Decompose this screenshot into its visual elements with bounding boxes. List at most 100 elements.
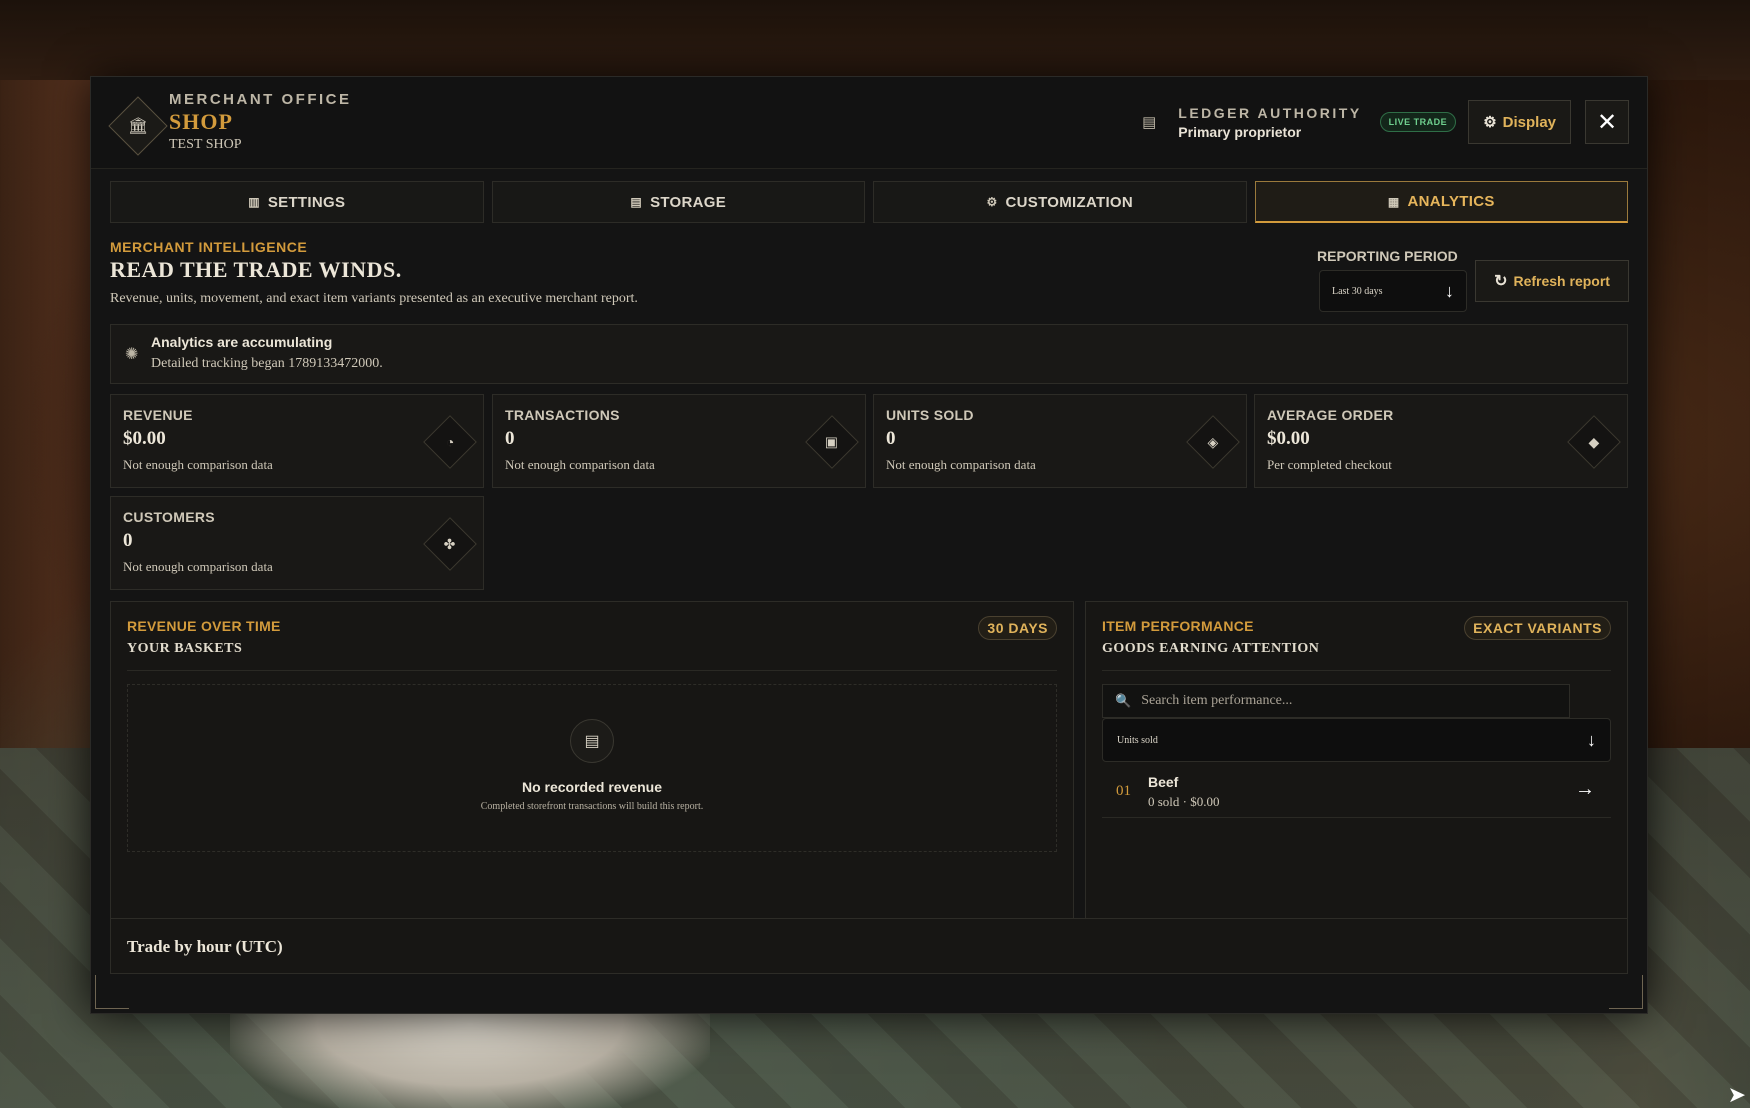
- receipt-icon: ▣: [805, 415, 859, 469]
- item-name: Beef: [1148, 774, 1179, 790]
- refresh-report-label: Refresh report: [1513, 273, 1610, 289]
- close-icon: ✕: [1596, 108, 1618, 136]
- panel-title: GOODS EARNING ATTENTION: [1102, 641, 1320, 656]
- tab-analytics[interactable]: ▦ ANALYTICS: [1254, 181, 1628, 223]
- arrow-right-icon[interactable]: →: [1575, 778, 1595, 801]
- intro-description: Revenue, units, movement, and exact item…: [110, 291, 638, 306]
- metric-label: TRANSACTIONS: [505, 407, 620, 423]
- period-badge: 30 DAYS: [978, 616, 1057, 640]
- panel-title: YOUR BASKETS: [127, 641, 243, 656]
- item-search: 🔍: [1102, 684, 1570, 718]
- clipboard-icon: ▤: [570, 719, 614, 763]
- corner-ornament: [95, 975, 129, 1009]
- notice-text: Detailed tracking began 1789133472000.: [151, 356, 383, 371]
- empty-state-text: Completed storefront transactions will b…: [480, 801, 704, 812]
- metric-value: 0: [886, 428, 896, 449]
- metric-value: 0: [123, 530, 133, 551]
- metric-label: AVERAGE ORDER: [1267, 407, 1394, 423]
- item-search-input[interactable]: [1141, 693, 1542, 709]
- people-icon: ✤: [423, 517, 477, 571]
- divider: [1102, 670, 1611, 671]
- empty-state: ▤ No recorded revenue Completed storefro…: [127, 684, 1057, 852]
- metric-value: 0: [505, 428, 515, 449]
- metric-note: Not enough comparison data: [123, 559, 273, 574]
- report-icon: ▦: [1387, 194, 1400, 209]
- display-button-label: Display: [1502, 113, 1556, 131]
- ledger-label: LEDGER AUTHORITY: [1178, 104, 1362, 121]
- trade-by-hour-panel: Trade by hour (UTC): [110, 918, 1628, 974]
- panel-eyebrow: ITEM PERFORMANCE: [1102, 618, 1254, 634]
- metric-card-units-sold: UNITS SOLD 0 Not enough comparison data …: [873, 394, 1247, 488]
- exact-variants-badge: EXACT VARIANTS: [1464, 616, 1611, 640]
- tab-label: CUSTOMIZATION: [1005, 193, 1134, 211]
- header-eyebrow: MERCHANT OFFICE: [169, 91, 352, 108]
- reporting-period-select[interactable]: Last 30 days ↓: [1319, 270, 1467, 312]
- tab-customization[interactable]: ⚙ CUSTOMIZATION: [873, 181, 1247, 223]
- corner-ornament: [1609, 975, 1643, 1009]
- scale-icon: ◆: [1567, 415, 1621, 469]
- crate-icon: ◈: [1186, 415, 1240, 469]
- metric-label: REVENUE: [123, 407, 193, 423]
- metric-label: UNITS SOLD: [886, 407, 974, 423]
- metric-note: Not enough comparison data: [505, 457, 655, 472]
- reporting-period-value: Last 30 days: [1332, 285, 1383, 297]
- gear-cog-icon: ✺: [125, 346, 139, 363]
- display-button[interactable]: ⚙ Display: [1468, 100, 1571, 144]
- metric-card-revenue: REVENUE $0.00 Not enough comparison data…: [110, 394, 484, 488]
- reporting-period-label: REPORTING PERIOD: [1317, 248, 1458, 264]
- bank-icon: 🏛: [127, 118, 149, 135]
- refresh-report-button[interactable]: ↻ Refresh report: [1475, 260, 1629, 302]
- coin-icon: ◔: [423, 415, 477, 469]
- arrow-down-icon: ↓: [1587, 729, 1596, 750]
- ledger-role: Primary proprietor: [1178, 123, 1302, 140]
- metric-card-customers: CUSTOMERS 0 Not enough comparison data ✤: [110, 496, 484, 590]
- metric-note: Not enough comparison data: [123, 457, 273, 472]
- analytics-notice: ✺ Analytics are accumulating Detailed tr…: [110, 324, 1628, 384]
- intro-title: READ THE TRADE WINDS.: [110, 257, 402, 282]
- revenue-over-time-panel: REVENUE OVER TIME YOUR BASKETS 30 DAYS ▤…: [110, 601, 1074, 919]
- tab-label: SETTINGS: [267, 193, 346, 211]
- metric-label: CUSTOMERS: [123, 509, 215, 525]
- refresh-icon: ↻: [1494, 273, 1508, 290]
- shop-name: TEST SHOP: [169, 137, 242, 152]
- window-header: 🏛 MERCHANT OFFICE SHOP TEST SHOP ▤ LEDGE…: [91, 77, 1647, 169]
- notice-title: Analytics are accumulating: [151, 334, 333, 350]
- item-meta: 0 sold · $0.00: [1148, 794, 1220, 809]
- item-rank: 01: [1116, 783, 1131, 799]
- intro-eyebrow: MERCHANT INTELLIGENCE: [110, 239, 308, 255]
- item-sort-value: Units sold: [1117, 734, 1158, 746]
- header-actions: ▤ LEDGER AUTHORITY Primary proprietor LI…: [1142, 99, 1629, 145]
- ledger-authority: LEDGER AUTHORITY Primary proprietor: [1178, 105, 1361, 140]
- metric-note: Per completed checkout: [1267, 457, 1392, 472]
- list-item[interactable]: 01 Beef 0 sold · $0.00 →: [1102, 766, 1611, 818]
- divider: [127, 670, 1057, 671]
- search-icon: 🔍: [1115, 693, 1132, 708]
- merchant-office-window: 🏛 MERCHANT OFFICE SHOP TEST SHOP ▤ LEDGE…: [90, 76, 1648, 1014]
- metric-card-transactions: TRANSACTIONS 0 Not enough comparison dat…: [492, 394, 866, 488]
- background-wall-top: [0, 0, 1750, 80]
- tab-storage[interactable]: ▤ STORAGE: [491, 181, 865, 223]
- gear-icon: ⚙: [1483, 114, 1497, 131]
- empty-state-title: No recorded revenue: [521, 779, 663, 795]
- close-button[interactable]: ✕: [1585, 100, 1629, 144]
- item-performance-panel: ITEM PERFORMANCE GOODS EARNING ATTENTION…: [1085, 601, 1628, 919]
- metric-note: Not enough comparison data: [886, 457, 1036, 472]
- tab-settings[interactable]: ▥ SETTINGS: [110, 181, 484, 223]
- panel-title: Trade by hour (UTC): [127, 937, 283, 956]
- metric-card-average-order: AVERAGE ORDER $0.00 Per completed checko…: [1254, 394, 1628, 488]
- page-title: SHOP: [169, 109, 233, 134]
- ledger-icon: ▤: [1142, 114, 1157, 131]
- tab-label: STORAGE: [650, 193, 727, 211]
- metric-value: $0.00: [1267, 428, 1310, 449]
- panel-eyebrow: REVENUE OVER TIME: [127, 618, 281, 634]
- tab-label: ANALYTICS: [1407, 193, 1495, 210]
- gear-icon: ⚙: [986, 195, 998, 209]
- tab-bar: ▥ SETTINGS ▤ STORAGE ⚙ CUSTOMIZATION ▦ A…: [110, 181, 1628, 223]
- shop-emblem: 🏛: [108, 96, 168, 156]
- live-trade-badge: LIVE TRADE: [1379, 112, 1457, 132]
- mouse-cursor-icon: ➤: [1727, 1082, 1746, 1107]
- bar-chart-icon: ▥: [248, 195, 260, 209]
- box-icon: ▤: [630, 195, 643, 209]
- item-sort-select[interactable]: Units sold ↓: [1102, 718, 1611, 762]
- metric-value: $0.00: [123, 428, 166, 449]
